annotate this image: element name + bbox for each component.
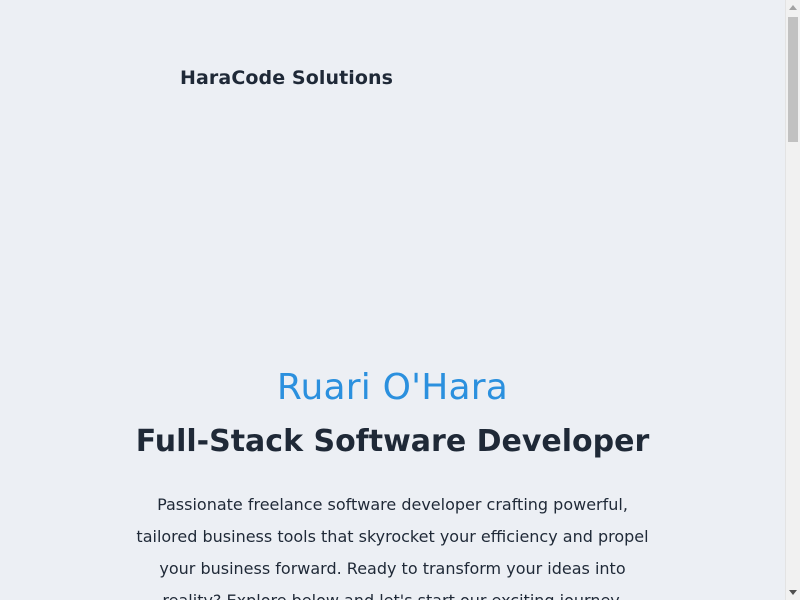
hero-section: Ruari O'Hara Full-Stack Software Develop… <box>0 362 785 600</box>
hero-name: Ruari O'Hara <box>276 367 509 408</box>
vertical-scrollbar[interactable] <box>785 0 800 600</box>
browser-viewport: HaraCode Solutions Ruari O'Hara Full-Sta… <box>0 0 800 600</box>
page-content: HaraCode Solutions Ruari O'Hara Full-Sta… <box>0 0 785 600</box>
scroll-down-arrow-icon[interactable] <box>789 590 797 595</box>
hero-role: Full-Stack Software Developer <box>135 424 650 459</box>
hero-description: Passionate freelance software developer … <box>136 495 649 600</box>
scrollbar-thumb[interactable] <box>788 17 798 142</box>
scroll-up-arrow-icon[interactable] <box>789 5 797 10</box>
brand-logo-text[interactable]: HaraCode Solutions <box>180 67 393 89</box>
